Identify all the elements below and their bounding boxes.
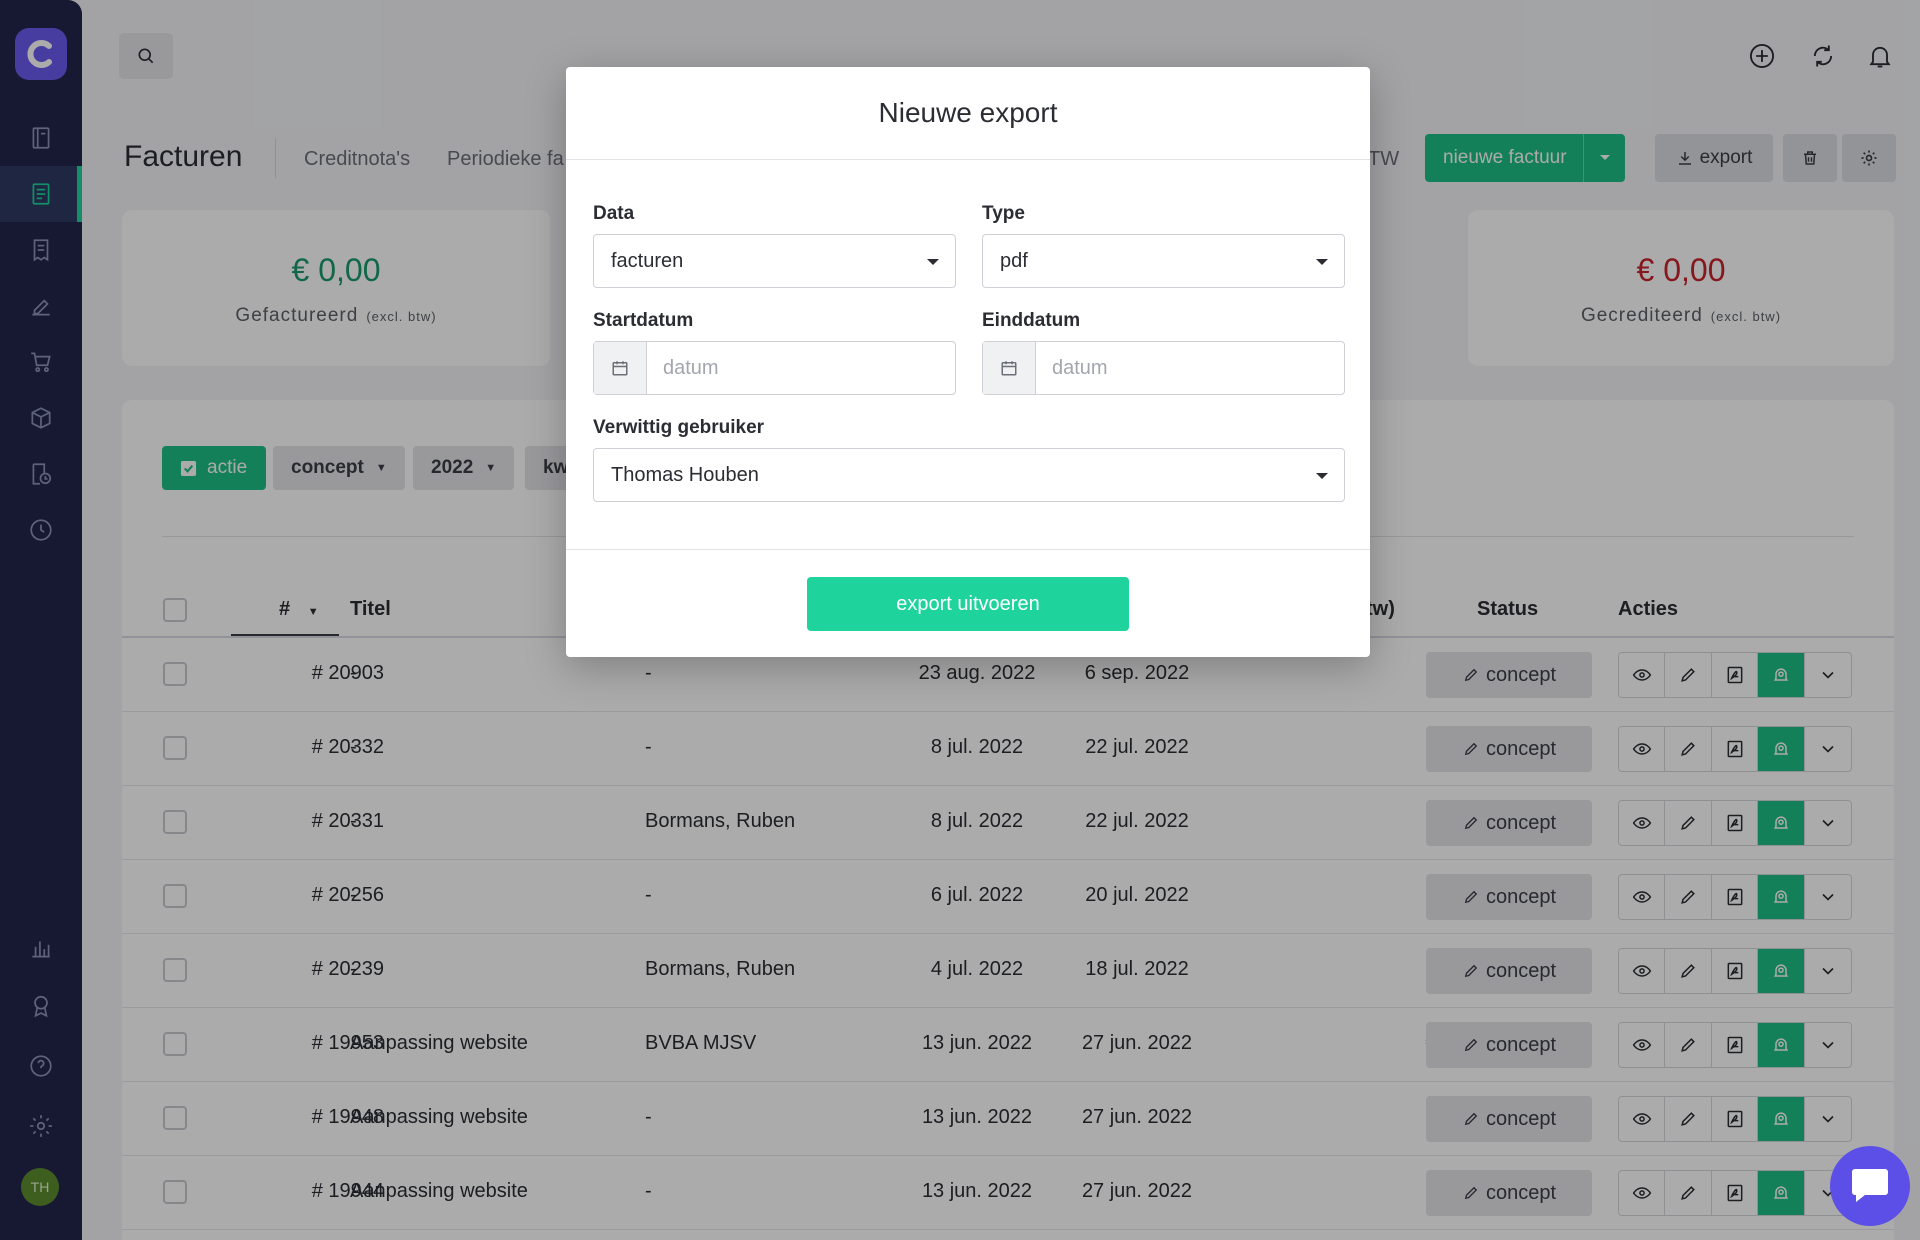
type-label: Type: [982, 203, 1025, 224]
start-date-field[interactable]: [593, 341, 956, 395]
notify-user-label: Verwittig gebruiker: [593, 417, 765, 438]
data-label: Data: [593, 203, 635, 224]
type-select[interactable]: pdf: [982, 234, 1345, 288]
caret-down-icon: [927, 259, 939, 265]
end-date-field[interactable]: [982, 341, 1345, 395]
chat-button[interactable]: [1830, 1146, 1910, 1226]
export-submit-button[interactable]: export uitvoeren: [807, 577, 1129, 631]
modal-title: Nieuwe export: [878, 97, 1058, 128]
export-modal: Nieuwe export Data facturen Type pdf Sta…: [566, 67, 1370, 657]
end-date-input[interactable]: [1036, 342, 1344, 394]
calendar-icon[interactable]: [594, 342, 647, 394]
caret-down-icon: [1316, 259, 1328, 265]
modal-header-divider: [566, 159, 1370, 160]
calendar-icon[interactable]: [983, 342, 1036, 394]
data-select-value: facturen: [611, 249, 684, 272]
type-select-value: pdf: [1000, 249, 1028, 272]
data-select[interactable]: facturen: [593, 234, 956, 288]
start-date-input[interactable]: [647, 342, 955, 394]
modal-footer-divider: [566, 549, 1370, 550]
chat-icon: [1852, 1169, 1888, 1202]
caret-down-icon: [1316, 473, 1328, 479]
start-date-label: Startdatum: [593, 310, 694, 331]
notify-user-value: Thomas Houben: [611, 463, 759, 486]
notify-user-select[interactable]: Thomas Houben: [593, 448, 1345, 502]
end-date-label: Einddatum: [982, 310, 1081, 331]
